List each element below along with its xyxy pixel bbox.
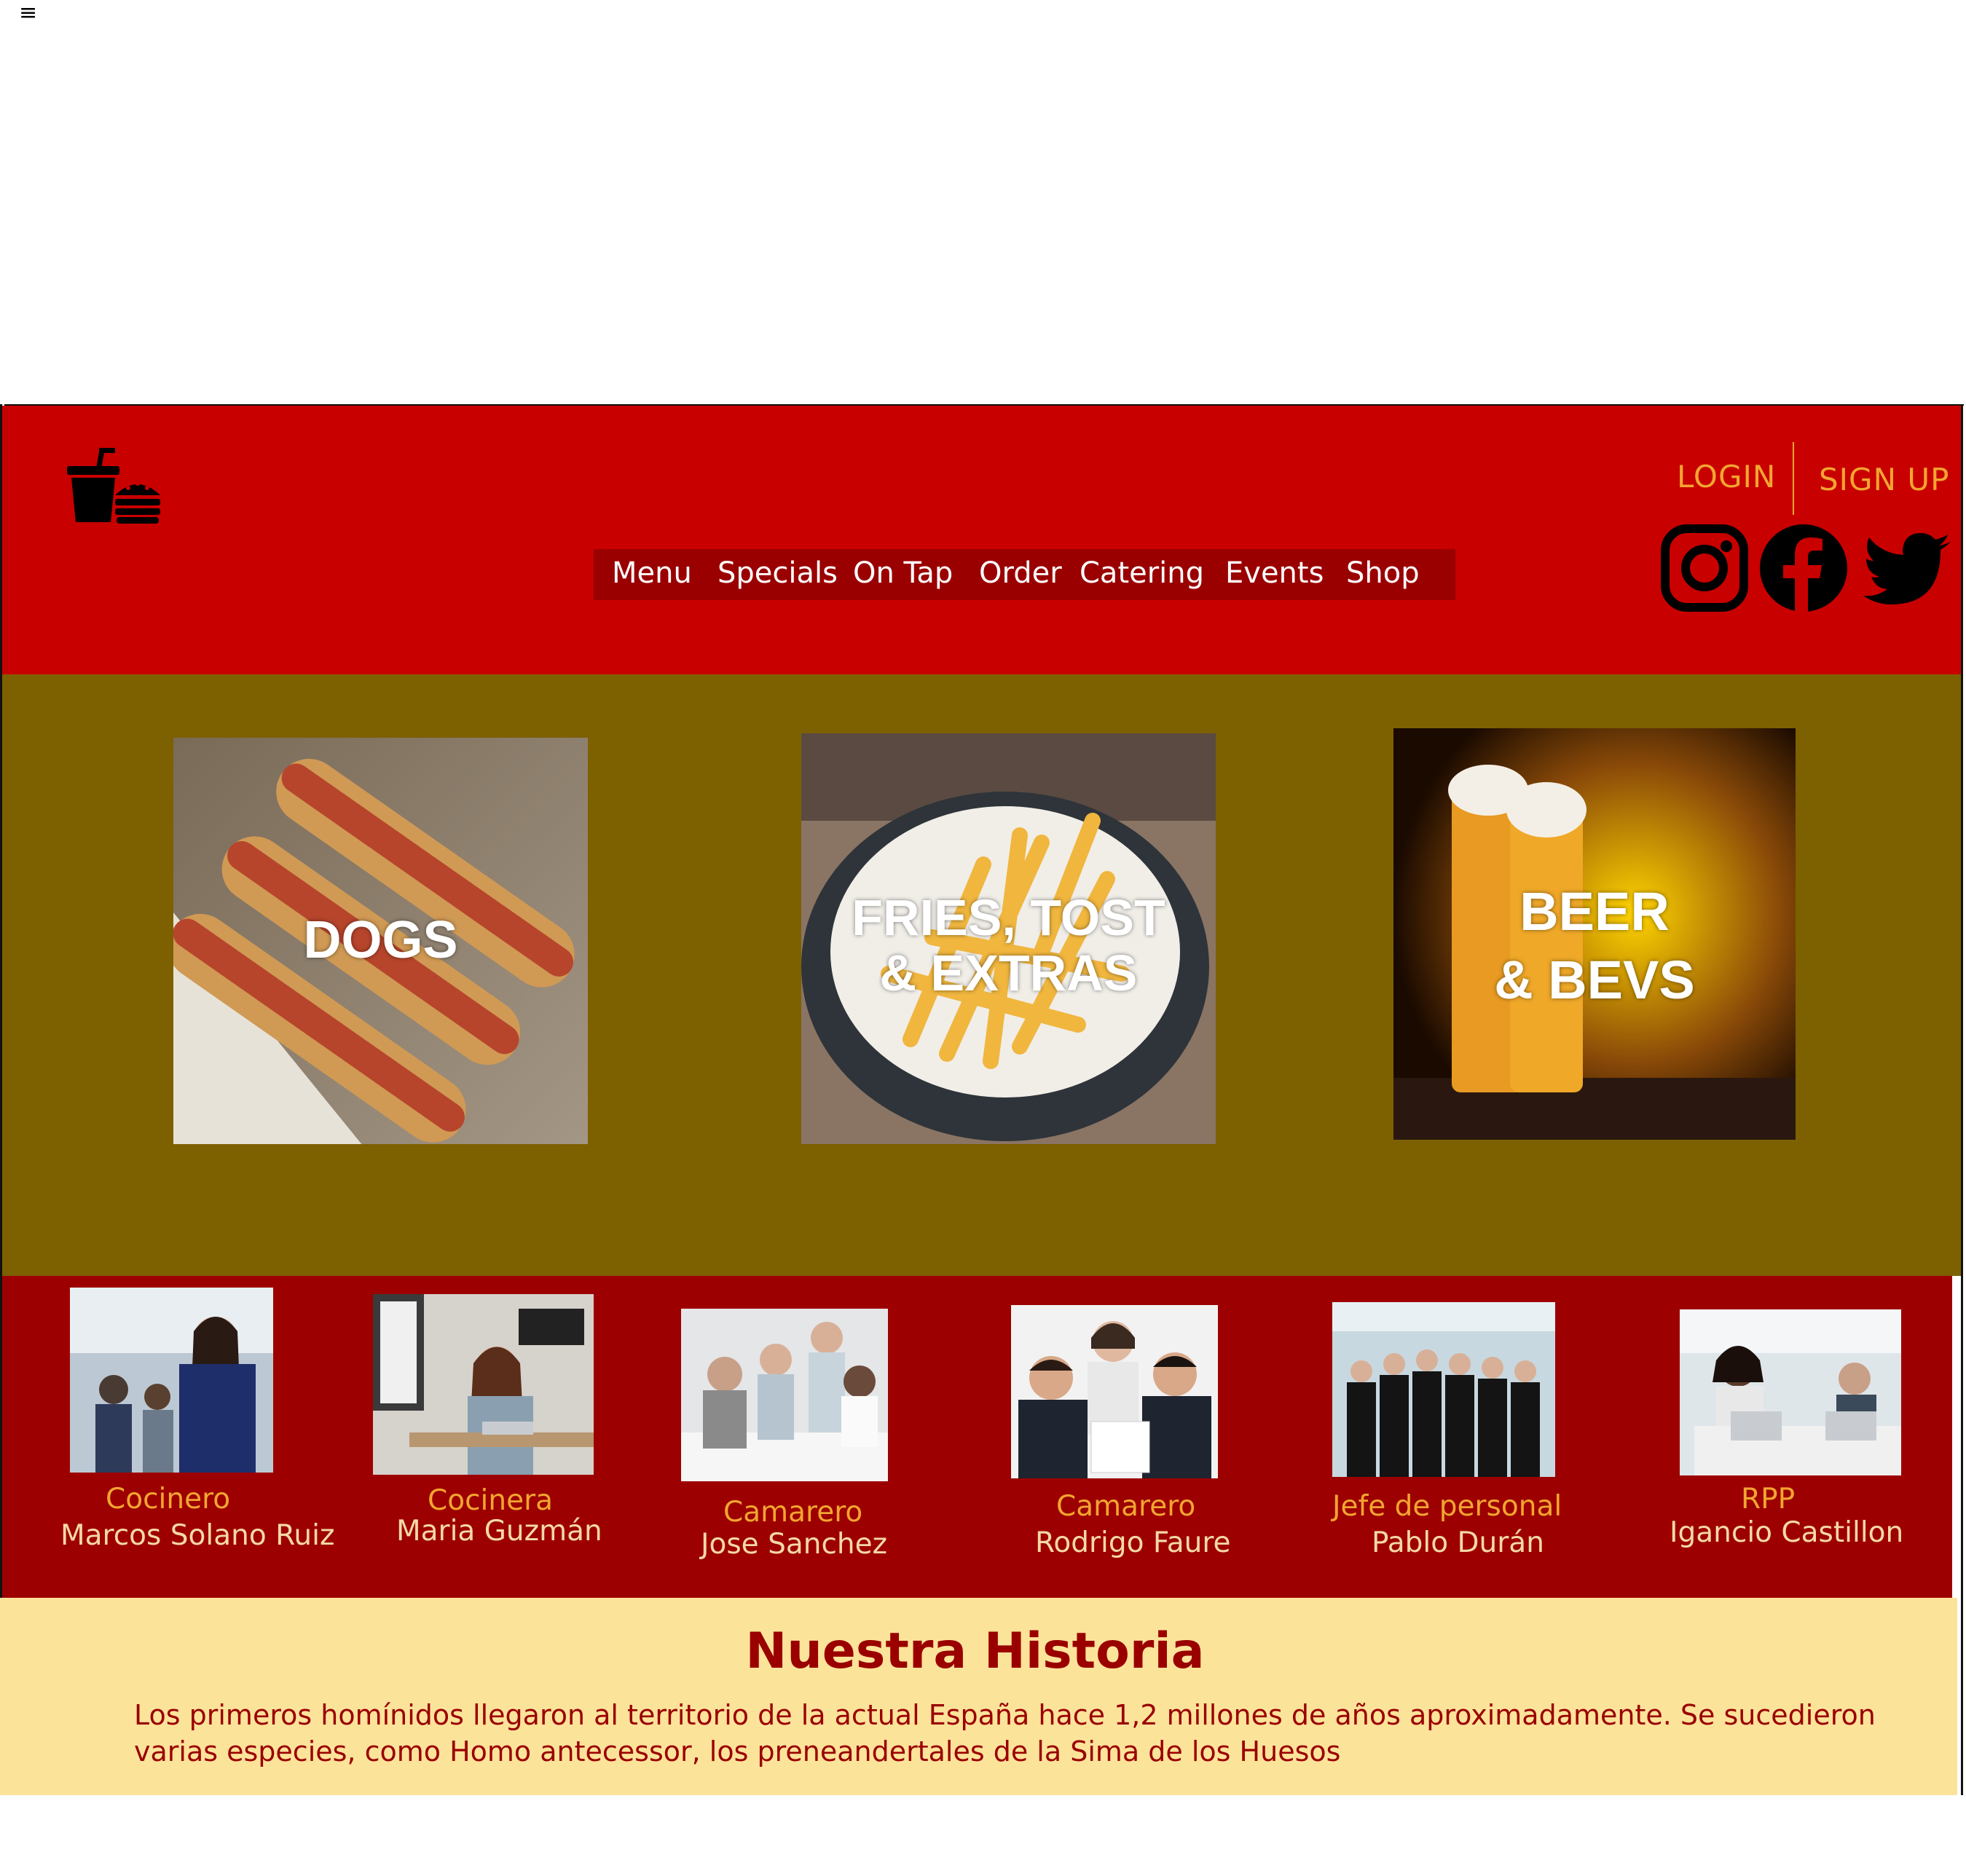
facebook-icon[interactable] <box>1758 523 1849 613</box>
staff-photo <box>1011 1305 1218 1478</box>
login-link[interactable]: LOGIN <box>1677 459 1776 494</box>
staff-role: Jefe de personal <box>1332 1490 1562 1523</box>
staff-photo <box>1680 1309 1901 1475</box>
hamburger-menu-icon[interactable]: ≡ <box>19 0 37 25</box>
auth-divider <box>1793 442 1794 515</box>
signup-link[interactable]: SIGN UP <box>1819 462 1949 497</box>
staff-name: Pablo Durán <box>1372 1526 1544 1559</box>
staff-name: Marcos Solano Ruiz <box>60 1519 335 1552</box>
nav-item-on-tap[interactable]: On Tap <box>853 556 953 590</box>
nav-item-specials[interactable]: Specials <box>717 556 838 590</box>
main-nav: Menu Specials On Tap Order Catering Even… <box>594 549 1455 600</box>
staff-role: Cocinero <box>106 1483 231 1516</box>
staff-role: RPP <box>1741 1483 1796 1516</box>
staff-role: Camarero <box>723 1496 863 1529</box>
staff-photo <box>1332 1302 1555 1477</box>
nav-item-events[interactable]: Events <box>1225 556 1324 590</box>
category-label-beer: BEER & BEVS <box>1494 881 1695 1010</box>
staff-photo <box>70 1288 273 1473</box>
nav-item-order[interactable]: Order <box>979 556 1062 590</box>
staff-role: Camarero <box>1056 1490 1196 1523</box>
frame-border-top <box>4 404 1964 406</box>
category-label-dogs: DOGS <box>303 911 458 969</box>
category-card-dogs[interactable]: DOGS <box>173 738 588 1144</box>
staff-name: Rodrigo Faure <box>1035 1526 1231 1559</box>
category-label-fries: FRIES, TOST & EXTRAS <box>852 889 1165 1001</box>
staff-name: Jose Sanchez <box>701 1528 888 1561</box>
history-text: Los primeros homínidos llegaron al terri… <box>134 1699 1876 1767</box>
category-card-fries[interactable]: FRIES, TOST & EXTRAS <box>801 733 1216 1144</box>
staff-role: Cocinera <box>428 1484 554 1517</box>
nav-item-shop[interactable]: Shop <box>1346 556 1420 590</box>
staff-name: Maria Guzmán <box>396 1515 602 1548</box>
logo-icon[interactable] <box>64 446 162 526</box>
staff-photo <box>373 1294 594 1475</box>
staff-photo <box>681 1309 888 1481</box>
frame-border-right <box>1961 404 1963 1795</box>
instagram-icon[interactable] <box>1659 523 1750 613</box>
category-card-beer[interactable]: BEER & BEVS <box>1393 728 1796 1140</box>
twitter-icon[interactable] <box>1863 524 1954 615</box>
history-title: Nuestra Historia <box>745 1623 1205 1680</box>
staff-name: Igancio Castillon <box>1670 1516 1904 1549</box>
nav-item-catering[interactable]: Catering <box>1080 556 1204 590</box>
nav-item-menu[interactable]: Menu <box>612 556 692 590</box>
